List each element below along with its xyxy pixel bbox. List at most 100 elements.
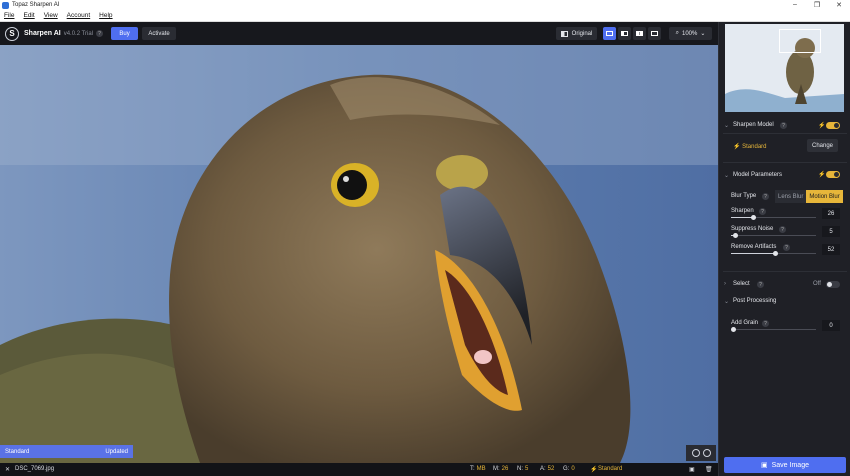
- preview-status-strip: Standard Updated: [0, 445, 133, 458]
- grid-view-icon: [651, 31, 658, 36]
- maximize-icon[interactable]: ❐: [806, 1, 828, 9]
- blur-type-selector: Lens Blur Motion Blur: [775, 190, 843, 203]
- stat-value: 5: [525, 466, 529, 472]
- help-icon[interactable]: ?: [780, 122, 787, 129]
- chevron-right-icon[interactable]: ›: [724, 281, 726, 287]
- suppress-noise-value[interactable]: 5: [822, 226, 840, 237]
- remove-file-icon[interactable]: ✕: [5, 466, 10, 473]
- stat-key: A:: [540, 466, 546, 472]
- split-view-button[interactable]: [618, 27, 631, 40]
- compare-icon: [560, 30, 568, 37]
- minimize-icon[interactable]: –: [784, 1, 806, 9]
- menu-bar: File Edit View Account Help: [0, 10, 850, 22]
- app-name: Sharpen AI: [24, 30, 61, 37]
- stat-key: T:: [470, 466, 475, 472]
- select-toggle[interactable]: [826, 281, 840, 288]
- split-view-icon: [621, 31, 628, 36]
- trash-icon[interactable]: 🗑: [705, 466, 713, 473]
- face-recover-icon[interactable]: [702, 449, 711, 457]
- add-grain-slider[interactable]: [731, 327, 816, 332]
- window-title: Topaz Sharpen AI: [12, 2, 60, 8]
- activate-button[interactable]: Activate: [142, 27, 177, 40]
- single-view-icon: [606, 31, 613, 36]
- sharpen-slider[interactable]: [731, 215, 816, 220]
- save-icon: ▣: [761, 462, 768, 469]
- change-model-button[interactable]: Change: [807, 139, 838, 152]
- sharpen-label: Sharpen: [731, 208, 754, 214]
- select-title: Select: [733, 281, 750, 287]
- stat-total: T: MB: [470, 466, 486, 472]
- window-controls: – ❐ ✕: [784, 1, 850, 9]
- save-image-label: Save Image: [771, 461, 809, 469]
- menu-help[interactable]: Help: [95, 12, 117, 19]
- original-button[interactable]: Original: [556, 27, 597, 40]
- navigator-thumbnail[interactable]: [725, 24, 844, 112]
- filename-label: DSC_7069.jpg: [15, 466, 55, 472]
- magnifier-icon: ⌕: [675, 30, 679, 36]
- side-by-side-icon: [636, 31, 643, 36]
- kea-parrot-photo: [0, 45, 718, 463]
- slider-knob[interactable]: [751, 215, 757, 220]
- face-detect-icon[interactable]: [691, 449, 700, 457]
- slider-knob[interactable]: [733, 233, 739, 238]
- add-grain-value[interactable]: 0: [822, 320, 840, 331]
- blur-type-label: Blur Type: [731, 193, 757, 199]
- help-icon[interactable]: ?: [762, 193, 769, 200]
- menu-view[interactable]: View: [40, 12, 63, 19]
- post-processing-title: Post Processing: [733, 298, 777, 304]
- settings-panel: ⌄ Sharpen Model ? ⚡ ⚡ Standard Change ⌄ …: [718, 22, 850, 476]
- suppress-noise-slider[interactable]: [731, 233, 816, 238]
- stat-value: 0: [571, 466, 575, 472]
- close-icon[interactable]: ✕: [828, 1, 850, 9]
- app-version: v4.0.2 Trial: [63, 30, 94, 37]
- menu-edit[interactable]: Edit: [19, 12, 39, 19]
- slider-knob[interactable]: [773, 251, 779, 256]
- sharpen-model-title: Sharpen Model: [733, 122, 774, 128]
- camera-icon[interactable]: ▣: [689, 466, 695, 473]
- bottom-model-label: Standard: [598, 466, 623, 472]
- image-viewer[interactable]: [0, 45, 718, 463]
- viewport-frame[interactable]: [779, 29, 821, 53]
- bolt-icon: ⚡: [590, 467, 598, 473]
- stat-value: 52: [547, 466, 555, 472]
- zoom-control[interactable]: ⌕ 100% ⌄: [669, 27, 712, 40]
- buy-button[interactable]: Buy: [111, 27, 139, 40]
- remove-artifacts-value[interactable]: 52: [822, 244, 840, 255]
- model-parameters-toggle[interactable]: [826, 171, 840, 178]
- preview-model-label: Standard: [5, 448, 30, 455]
- side-by-side-button[interactable]: [633, 27, 646, 40]
- help-icon[interactable]: ?: [96, 30, 104, 37]
- motion-blur-option[interactable]: Motion Blur: [806, 190, 843, 203]
- slider-knob[interactable]: [731, 327, 736, 332]
- app-icon: [2, 1, 9, 9]
- help-icon[interactable]: ?: [762, 320, 769, 327]
- stat-g: G: 0: [563, 466, 575, 472]
- remove-artifacts-slider[interactable]: [731, 251, 816, 256]
- save-image-button[interactable]: ▣ Save Image: [724, 457, 846, 473]
- single-view-button[interactable]: [603, 27, 616, 40]
- bolt-icon: ⚡: [818, 172, 826, 178]
- menu-file[interactable]: File: [0, 12, 19, 19]
- chevron-down-icon[interactable]: ⌄: [724, 298, 729, 305]
- sharpen-model-toggle[interactable]: [826, 122, 840, 129]
- stat-a: A: 52: [540, 466, 554, 472]
- sharpen-value[interactable]: 26: [822, 208, 840, 219]
- current-model-label: ⚡ Standard: [733, 144, 767, 150]
- sharpen-logo-icon: S: [5, 26, 19, 41]
- current-model-name: Standard: [742, 144, 767, 150]
- menu-account[interactable]: Account: [63, 12, 96, 19]
- grid-view-button[interactable]: [648, 27, 661, 40]
- help-icon[interactable]: ?: [757, 281, 764, 288]
- preview-state-label: Updated: [105, 448, 128, 455]
- bottom-bar: ✕ DSC_7069.jpg T: MB M: 26 N: 5 A: 52 G: 0 ⚡ …: [0, 463, 718, 476]
- lens-blur-option[interactable]: Lens Blur: [775, 190, 807, 203]
- help-icon[interactable]: ?: [759, 208, 766, 215]
- help-icon[interactable]: ?: [783, 244, 790, 251]
- chevron-down-icon[interactable]: ⌄: [724, 122, 729, 129]
- original-label: Original: [571, 30, 593, 37]
- remove-artifacts-label: Remove Artifacts: [731, 244, 777, 250]
- divider: [723, 133, 847, 134]
- help-icon[interactable]: ?: [779, 226, 786, 233]
- chevron-down-icon[interactable]: ⌄: [724, 172, 729, 179]
- zoom-level: 100%: [681, 30, 698, 37]
